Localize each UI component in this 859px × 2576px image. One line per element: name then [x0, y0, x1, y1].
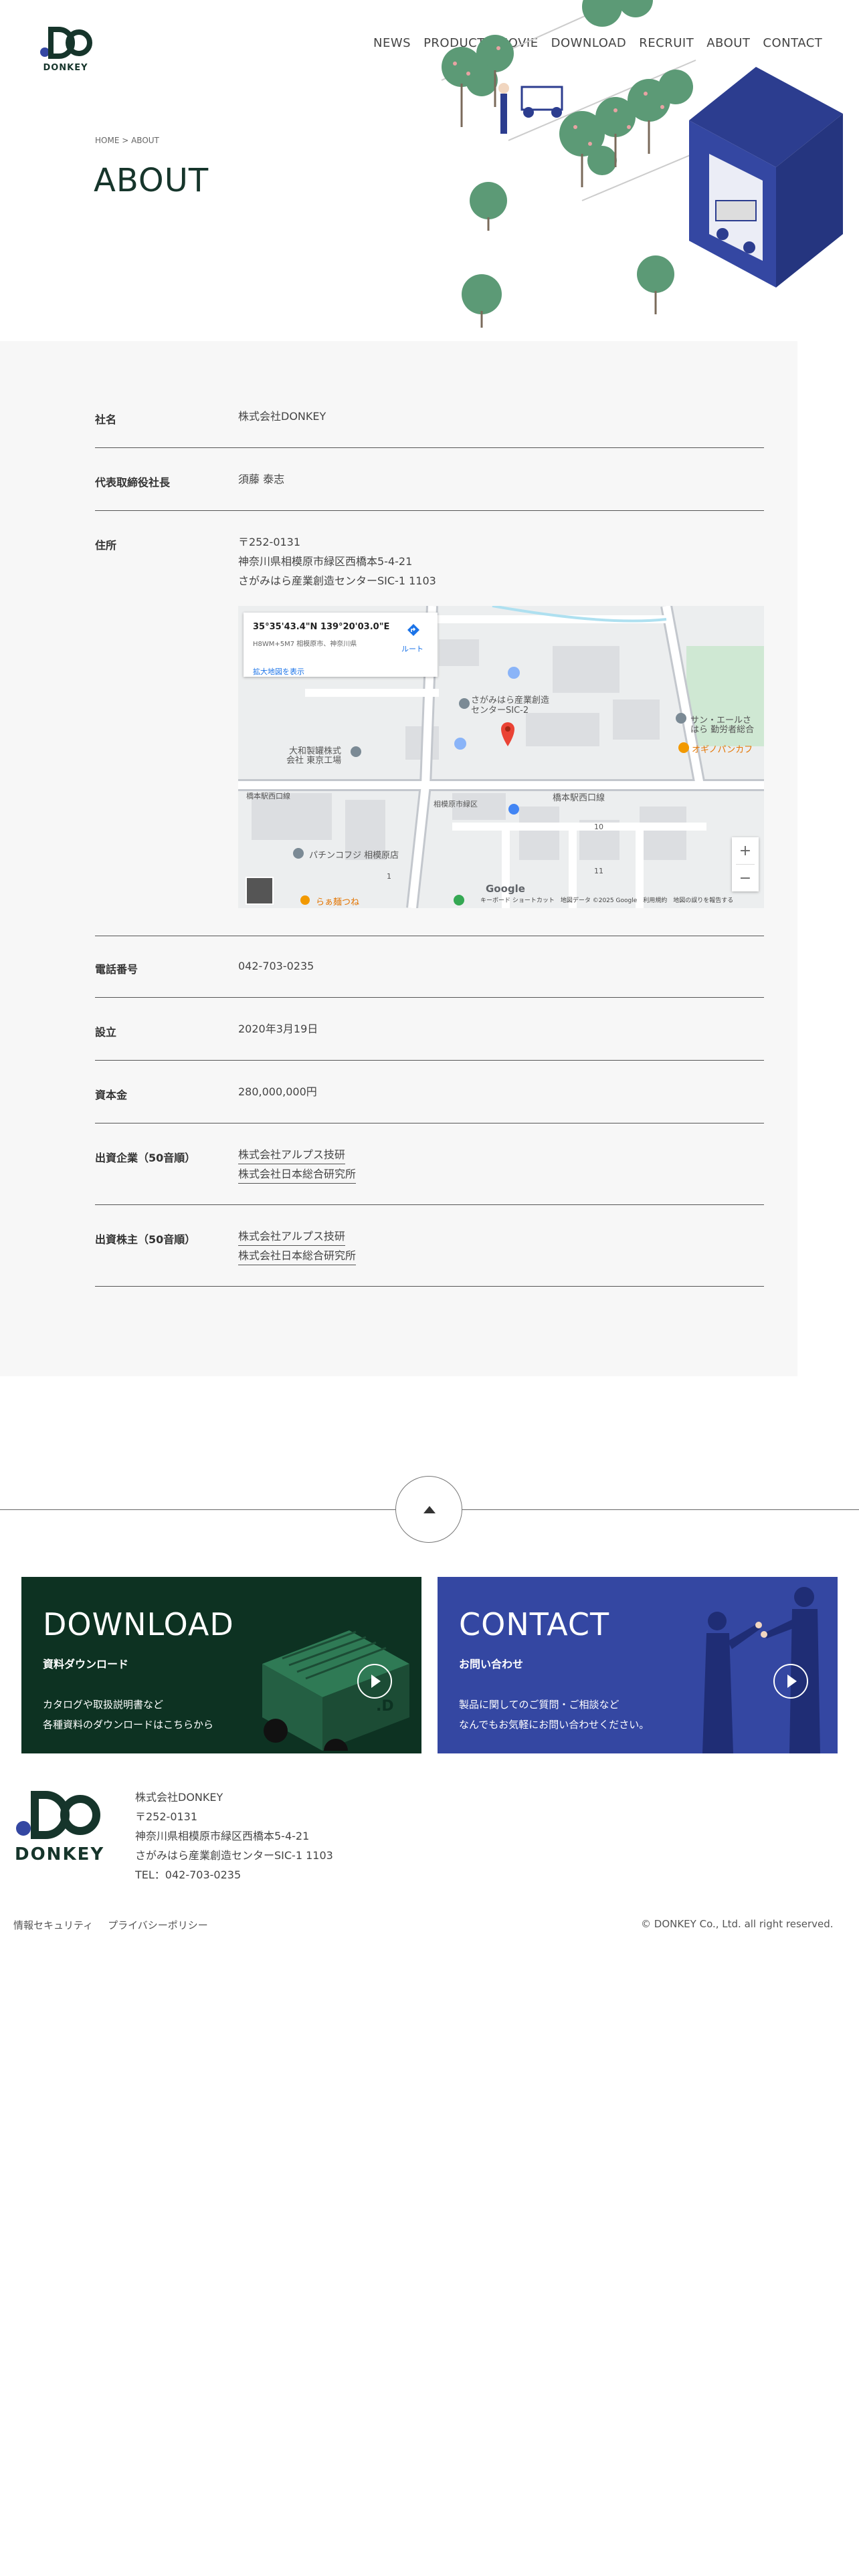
- logo-text: DONKEY: [43, 63, 88, 73]
- row-company-name: 社名 株式会社DONKEY: [95, 410, 764, 448]
- shareholder-link-jri[interactable]: 株式会社日本総合研究所: [238, 1247, 357, 1265]
- shareholder-link-alps[interactable]: 株式会社アルプス技研: [238, 1228, 345, 1246]
- page-title: ABOUT: [94, 162, 209, 199]
- map-coordinates: 35°35'43.4"N 139°20'03.0"E: [253, 622, 390, 632]
- footer-logo[interactable]: DONKEY: [15, 1788, 105, 1864]
- row-investors: 出資企業（50音順） 株式会社アルプス技研 株式会社日本総合研究所: [95, 1148, 764, 1205]
- download-description: カタログや取扱説明書など 各種資料のダウンロードはこちらから: [43, 1695, 257, 1735]
- map-plus-code: H8WM+5M7 相模原市、神奈川県: [253, 641, 357, 648]
- cart-illustration: .D: [262, 1630, 409, 1751]
- row-capital: 資本金 280,000,000円: [95, 1085, 764, 1123]
- label-address: 住所: [95, 539, 117, 552]
- contact-desc-line2: なんでもお気軽にお問い合わせください。: [459, 1719, 650, 1731]
- footer-zip: 〒252-0131: [135, 1810, 198, 1823]
- footer-address: 株式会社DONKEY 〒252-0131 神奈川県相模原市緑区西橋本5-4-21…: [135, 1788, 333, 1885]
- value-capital: 280,000,000円: [238, 1085, 317, 1098]
- download-banner[interactable]: .D DOWNLOAD 資料ダウンロード カタログや取扱説明書など 各種資料のダ…: [21, 1577, 421, 1753]
- row-shareholders: 出資株主（50音順） 株式会社アルプス技研 株式会社日本総合研究所: [95, 1230, 764, 1287]
- zoom-out-button[interactable]: −: [732, 865, 759, 891]
- investor-link-alps[interactable]: 株式会社アルプス技研: [238, 1146, 345, 1164]
- larger-map-link[interactable]: 拡大地図を表示: [253, 666, 304, 677]
- contact-subtitle: お問い合わせ: [459, 1658, 524, 1671]
- footer-address-line2: さがみはら産業創造センターSIC-1 1103: [135, 1849, 333, 1862]
- label-company-name: 社名: [95, 413, 117, 426]
- pagetop-button[interactable]: [395, 1476, 462, 1543]
- map-label-road-west: 橋本駅西口線: [246, 792, 290, 800]
- value-shareholders: 株式会社アルプス技研 株式会社日本総合研究所: [238, 1226, 357, 1265]
- map-label-block-1: 1: [387, 872, 391, 881]
- label-capital: 資本金: [95, 1089, 128, 1101]
- label-founded: 設立: [95, 1026, 117, 1039]
- google-logo: Google: [486, 883, 525, 895]
- map-label-road: 橋本駅西口線: [553, 793, 605, 803]
- nav-news[interactable]: NEWS: [373, 36, 411, 50]
- value-address: 〒252-0131 神奈川県相模原市緑区西橋本5-4-21 さがみはら産業創造セ…: [238, 532, 436, 591]
- contact-desc-line1: 製品に関してのご質問・ご相談など: [459, 1699, 619, 1711]
- download-desc-line1: カタログや取扱説明書など: [43, 1699, 164, 1711]
- svg-text:.D: .D: [376, 1698, 394, 1715]
- value-tel: 042-703-0235: [238, 960, 314, 972]
- contact-banner[interactable]: CONTACT お問い合わせ 製品に関してのご質問・ご相談など なんでもお気軽に…: [438, 1577, 838, 1753]
- label-investors: 出資企業（50音順）: [95, 1152, 196, 1164]
- google-map[interactable]: さがみはら産業創造 センターSIC-2 大和製罐株式 会社 東京工場 橋本駅西口…: [238, 606, 764, 908]
- footer-company: 株式会社DONKEY: [135, 1791, 223, 1804]
- arrow-right-icon: [773, 1664, 808, 1699]
- footer-tel: TEL：042-703-0235: [135, 1868, 242, 1881]
- value-investors: 株式会社アルプス技研 株式会社日本総合研究所: [238, 1145, 357, 1184]
- row-founded: 設立 2020年3月19日: [95, 1023, 764, 1061]
- row-tel: 電話番号 042-703-0235: [95, 960, 764, 998]
- people-illustration: [702, 1587, 820, 1753]
- map-label-sic2-2: センターSIC-2: [471, 706, 529, 716]
- address-line2: さがみはら産業創造センターSIC-1 1103: [238, 574, 436, 587]
- map-label-district: 相模原市緑区: [434, 800, 478, 809]
- arrow-up-icon: [423, 1506, 436, 1513]
- investor-link-jri[interactable]: 株式会社日本総合研究所: [238, 1166, 357, 1184]
- map-label-bakery: オギノパンカフ: [692, 745, 753, 755]
- map-label-ramen: らぁ麺つね: [316, 897, 360, 907]
- map-label-sunair-2: はら 勤労者総合: [690, 725, 755, 735]
- label-tel: 電話番号: [95, 963, 138, 976]
- value-founded: 2020年3月19日: [238, 1023, 318, 1035]
- contact-description: 製品に関してのご質問・ご相談など なんでもお気軽にお問い合わせください。: [459, 1695, 673, 1735]
- footer-link-security[interactable]: 情報セキュリティ: [13, 1918, 93, 1932]
- footer-logo-text: DONKEY: [15, 1844, 105, 1864]
- map-attribution[interactable]: キーボード ショートカット 地図データ ©2025 Google 利用規約 地図…: [480, 895, 733, 904]
- header-logo[interactable]: DONKEY: [39, 25, 99, 76]
- value-ceo: 須藤 泰志: [238, 473, 285, 486]
- map-label-block-10: 10: [594, 823, 603, 831]
- footer-links: 情報セキュリティ プライバシーポリシー: [13, 1918, 208, 1932]
- contact-title: CONTACT: [459, 1606, 610, 1642]
- label-shareholders: 出資株主（50音順）: [95, 1233, 196, 1246]
- map-label-block-11: 11: [594, 867, 603, 875]
- download-desc-line2: 各種資料のダウンロードはこちらから: [43, 1719, 214, 1731]
- breadcrumb: HOME > ABOUT: [95, 136, 159, 145]
- map-label-pachinko: パチンコフジ 相模原店: [309, 851, 399, 861]
- arrow-right-icon: [357, 1664, 392, 1699]
- footer-link-privacy[interactable]: プライバシーポリシー: [108, 1918, 208, 1932]
- donkey-logo-mark: [16, 1791, 100, 1839]
- value-company-name: 株式会社DONKEY: [238, 410, 326, 423]
- hero-illustration: [441, 0, 843, 328]
- directions-icon[interactable]: [407, 623, 420, 637]
- download-subtitle: 資料ダウンロード: [43, 1658, 129, 1671]
- map-label-daiwa-2: 会社 東京工場: [286, 756, 342, 766]
- donkey-logo-mark: [40, 27, 92, 59]
- address-zip: 〒252-0131: [238, 536, 301, 548]
- copyright: © DONKEY Co., Ltd. all right reserved.: [641, 1918, 834, 1930]
- label-ceo: 代表取締役社長: [95, 476, 171, 489]
- map-info-card: 35°35'43.4"N 139°20'03.0"E H8WM+5M7 相模原市…: [244, 613, 438, 677]
- zoom-in-button[interactable]: +: [732, 837, 759, 864]
- download-title: DOWNLOAD: [43, 1606, 234, 1642]
- map-zoom-control: + −: [732, 837, 759, 891]
- footer-address-line1: 神奈川県相模原市緑区西橋本5-4-21: [135, 1830, 310, 1842]
- row-ceo: 代表取締役社長 須藤 泰志: [95, 473, 764, 511]
- directions-link[interactable]: ルート: [401, 643, 423, 654]
- address-line1: 神奈川県相模原市緑区西橋本5-4-21: [238, 555, 413, 568]
